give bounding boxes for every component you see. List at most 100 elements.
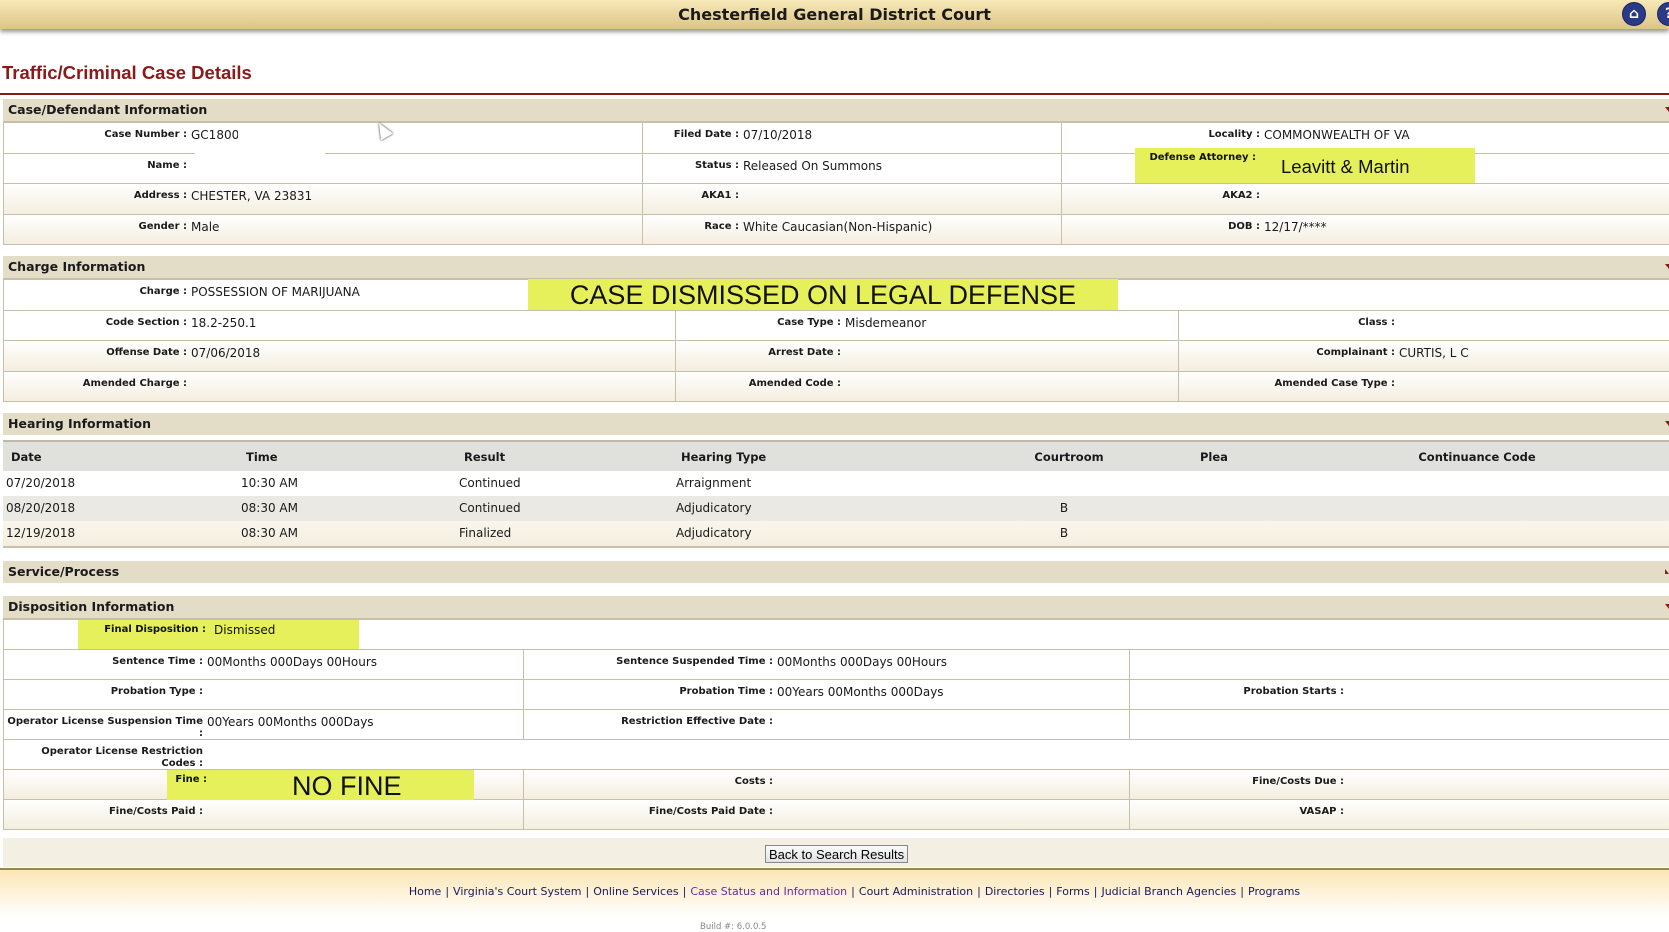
section-title: Hearing Information xyxy=(8,416,151,431)
field-cell: Fine/Costs Paid : xyxy=(4,800,524,829)
field-value: 00Months 000Days 00Hours xyxy=(777,655,948,669)
link-separator: | xyxy=(445,885,450,898)
table-cell: 10:30 AM xyxy=(241,476,298,490)
field-label: VASAP : xyxy=(1299,806,1344,817)
field-cell: Case Type : Misdemeanor xyxy=(676,310,1179,340)
table-cell: Continued xyxy=(459,501,521,515)
field-cell: Gender : Male xyxy=(4,214,643,244)
collapse-arrow-icon[interactable] xyxy=(1665,604,1669,609)
footer-link-forms[interactable]: Forms xyxy=(1056,885,1089,898)
field-cell: DOB : 12/17/**** xyxy=(1062,215,1668,245)
field-cell: Sentence Time : 00Months 000Days 00Hours xyxy=(4,650,524,679)
field-cell: Amended Code : xyxy=(676,371,1179,401)
section-header-case-defendant[interactable]: Case/Defendant Information xyxy=(3,99,1669,121)
field-label: Amended Charge : xyxy=(82,377,187,389)
footer-link-judicial-branch-agencies[interactable]: Judicial Branch Agencies xyxy=(1101,885,1236,898)
column-header[interactable]: Time xyxy=(246,450,278,464)
field-value: 00Years 00Months 000Days xyxy=(777,685,944,699)
table-cell: 08:30 AM xyxy=(241,526,298,540)
field-value: 07/06/2018 xyxy=(191,346,261,360)
field-label: Fine/Costs Due : xyxy=(1252,776,1344,787)
field-label: AKA1 : xyxy=(701,190,739,201)
footer-link-programs[interactable]: Programs xyxy=(1248,885,1300,898)
table-cell: 08:30 AM xyxy=(241,501,298,515)
field-row: Address : CHESTER, VA 23831 AKA1 : AKA2 : xyxy=(3,184,1669,215)
section-header-charge[interactable]: Charge Information xyxy=(3,256,1669,278)
field-cell: Complainant : CURTIS, L C xyxy=(1179,341,1668,371)
field-cell: Fine/Costs Due : xyxy=(1130,770,1668,799)
column-header[interactable]: Date xyxy=(11,450,42,464)
footer-link-home[interactable]: Home xyxy=(409,885,441,898)
expand-arrow-icon[interactable] xyxy=(1665,569,1669,574)
field-label: Gender : xyxy=(138,220,187,232)
field-value: 18.2-250.1 xyxy=(191,315,257,330)
title-divider xyxy=(0,93,1669,95)
collapse-arrow-icon[interactable] xyxy=(1665,107,1669,112)
section-title: Service/Process xyxy=(8,564,120,579)
field-label: Case Type : xyxy=(777,316,841,328)
field-cell: Fine/Costs Paid Date : xyxy=(524,800,1130,829)
field-cell: Class : xyxy=(1179,311,1668,341)
field-row: Gender : Male Race : White Caucasian(Non-Hi… xyxy=(3,214,1669,245)
field-cell: Probation Type : xyxy=(4,680,524,709)
field-cell: Probation Starts : xyxy=(1130,680,1668,709)
field-cell: Filed Date : 07/10/2018 xyxy=(643,123,1062,153)
field-label: Status : xyxy=(694,159,739,171)
back-to-search-results-button[interactable]: Back to Search Results xyxy=(765,845,909,863)
field-cell: Amended Case Type : xyxy=(1179,372,1668,402)
field-row: Operator License Suspension Time : 00Year… xyxy=(3,710,1669,740)
field-cell: AKA2 : xyxy=(1062,184,1668,214)
field-row: Probation Type : Probation Time : 00Years … xyxy=(3,680,1669,710)
redaction-box xyxy=(238,124,308,140)
field-label: DOB : xyxy=(1228,220,1260,232)
link-separator: | xyxy=(851,885,855,898)
column-header[interactable]: Continuance Code xyxy=(1418,450,1535,464)
section-header-service-process[interactable]: Service/Process xyxy=(3,561,1669,583)
table-cell: Adjudicatory xyxy=(676,501,752,515)
fine-note: NO FINE xyxy=(292,771,402,801)
home-icon[interactable]: ⌂ xyxy=(1622,2,1646,26)
collapse-arrow-icon[interactable] xyxy=(1665,264,1669,269)
field-row: Operator License Restriction Codes : xyxy=(3,740,1669,770)
field-label: Filed Date : xyxy=(673,129,739,140)
field-label: Probation Type : xyxy=(110,686,203,697)
field-label: Amended Code : xyxy=(748,377,841,389)
footer-link-virginia-s-court-system[interactable]: Virginia's Court System xyxy=(453,885,581,898)
column-header[interactable]: Plea xyxy=(1200,450,1228,464)
field-label: Race : xyxy=(704,220,739,232)
highlight-fine: Fine : NO FINE xyxy=(167,770,474,801)
field-label: Operator License Restriction Codes : xyxy=(41,746,203,769)
column-header[interactable]: Result xyxy=(464,450,505,464)
table-row: 12/19/2018 08:30 AM Finalized Adjudicatory B xyxy=(3,521,1669,546)
footer-link-directories[interactable]: Directories xyxy=(985,885,1045,898)
section-header-disposition[interactable]: Disposition Information xyxy=(3,596,1669,618)
field-label: Amended Case Type : xyxy=(1274,377,1395,389)
field-label: Offense Date : xyxy=(106,347,187,358)
column-header[interactable]: Courtroom xyxy=(1034,450,1103,464)
section-header-hearing[interactable]: Hearing Information xyxy=(3,413,1669,435)
button-bar: Back to Search Results xyxy=(3,838,1669,867)
field-cell: Code Section : 18.2-250.1 xyxy=(4,310,676,340)
footer-link-case-status-and-information[interactable]: Case Status and Information xyxy=(690,885,847,898)
field-row: Amended Charge : Amended Code : Amended Ca… xyxy=(3,371,1669,402)
field-cell xyxy=(1130,650,1668,679)
final-disposition-value: Dismissed xyxy=(214,623,276,637)
collapse-arrow-icon[interactable] xyxy=(1665,421,1669,426)
field-label: Operator License Suspension Time : xyxy=(7,716,203,739)
field-label: Probation Starts : xyxy=(1243,686,1344,697)
footer-link-court-administration[interactable]: Court Administration xyxy=(859,885,973,898)
footer: Home | Virginia's Court System | Online Serv… xyxy=(0,868,1669,932)
field-value: 00Months 000Days 00Hours xyxy=(207,655,378,669)
field-cell: Restriction Effective Date : xyxy=(524,710,1130,739)
field-label xyxy=(1130,655,1348,679)
build-number: Build #: 6.0.0.5 xyxy=(700,922,767,932)
field-value: White Caucasian(Non-Hispanic) xyxy=(743,219,933,234)
footer-link-online-services[interactable]: Online Services xyxy=(593,885,678,898)
table-cell: B xyxy=(1059,526,1069,540)
table-cell: Continued xyxy=(459,476,521,490)
final-disposition-label: Final Disposition : xyxy=(104,624,206,635)
column-header[interactable]: Hearing Type xyxy=(681,450,766,464)
field-cell: Offense Date : 07/06/2018 xyxy=(4,341,676,371)
field-row: Sentence Time :00Months 000Days 00Hours S… xyxy=(3,650,1669,680)
highlight-final-disposition: Final Disposition : Dismissed xyxy=(78,620,359,649)
